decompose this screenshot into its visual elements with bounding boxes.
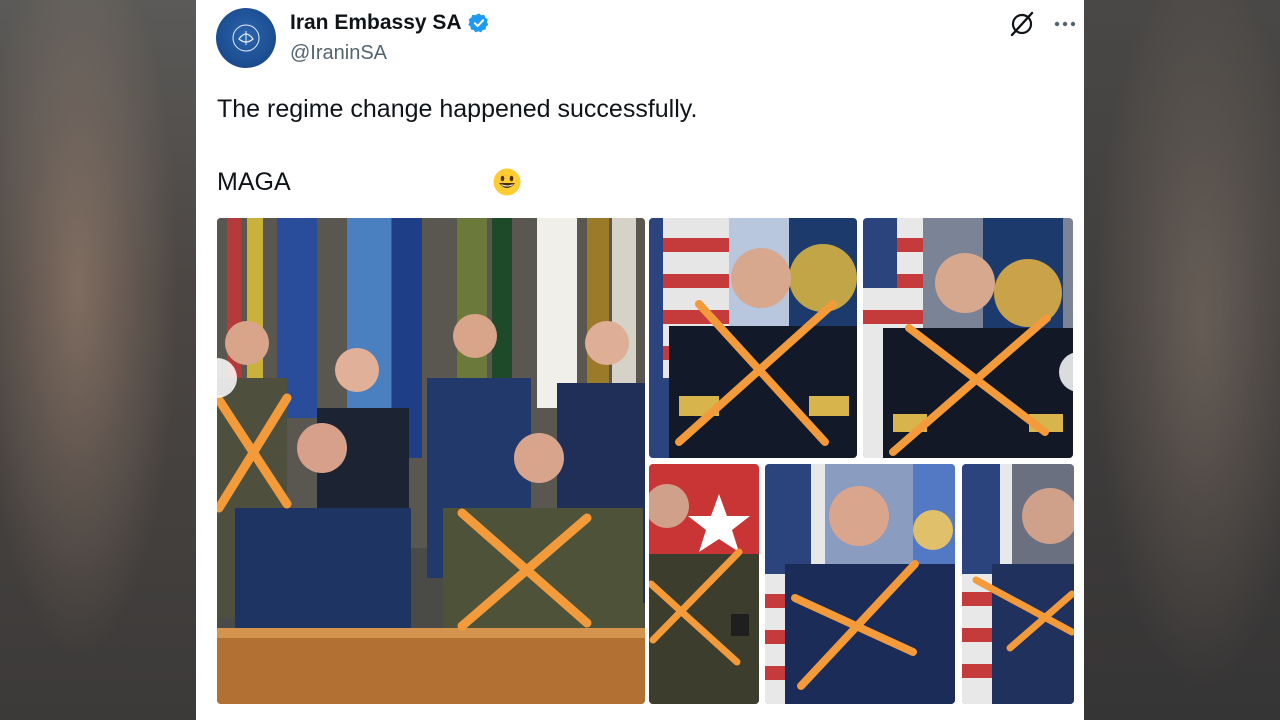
grok-icon[interactable] bbox=[1008, 10, 1036, 38]
avatar[interactable] bbox=[216, 8, 276, 68]
portrait-photo-2[interactable] bbox=[863, 218, 1073, 458]
background-left-blur bbox=[0, 0, 196, 720]
author-name-row: Iran Embassy SA bbox=[290, 11, 490, 35]
more-options-icon[interactable] bbox=[1052, 12, 1078, 36]
portrait-photo-4[interactable] bbox=[765, 464, 955, 704]
handle[interactable]: @IraninSA bbox=[290, 42, 387, 65]
emblem-icon bbox=[232, 24, 260, 52]
verified-badge-icon bbox=[467, 13, 488, 33]
tweet-text-line1: The regime change happened successfully. bbox=[217, 95, 698, 123]
background-right-blur bbox=[1084, 0, 1280, 720]
tweet-text-line2: MAGA bbox=[217, 168, 291, 196]
media-grid bbox=[217, 218, 1081, 704]
grinning-face-emoji-icon bbox=[493, 168, 521, 196]
portrait-photo-1[interactable] bbox=[649, 218, 857, 458]
display-name[interactable]: Iran Embassy SA bbox=[290, 11, 462, 35]
tweet-card: Iran Embassy SA @IraninSA The regime cha… bbox=[196, 0, 1084, 720]
portrait-photo-3[interactable] bbox=[649, 464, 759, 704]
portrait-photo-5[interactable] bbox=[962, 464, 1074, 704]
group-photo[interactable] bbox=[217, 218, 645, 704]
